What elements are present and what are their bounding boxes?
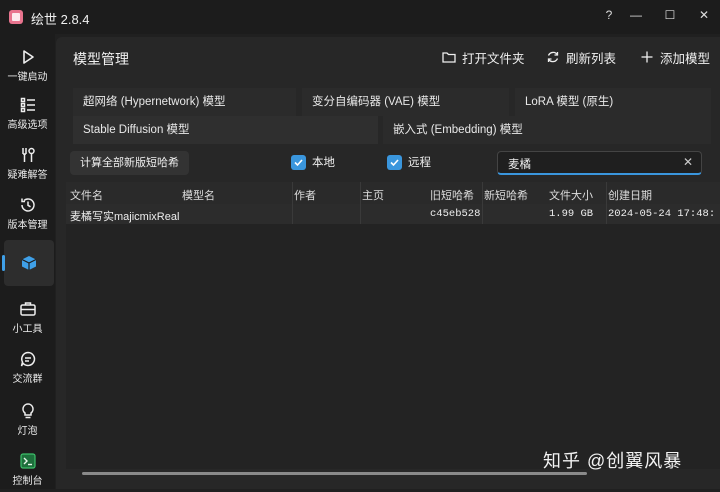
help-button[interactable]: ? [598,7,620,23]
options-list-icon [20,97,35,113]
column-divider [482,182,483,224]
add-model-button[interactable]: 添加模型 [640,48,710,66]
column-header[interactable]: 主页 [362,187,384,203]
search-box: ✕ [497,151,702,175]
history-icon [20,198,35,212]
sidebar-item-versions[interactable]: 版本管理 [0,190,55,236]
column-header[interactable]: 作者 [294,187,316,203]
local-label: 本地 [312,157,335,169]
sidebar-item-label: 小工具 [12,324,43,335]
sidebar-item-advanced[interactable]: 高级选项 [0,90,55,136]
local-checkbox[interactable]: 本地 [291,154,335,170]
tab-embedding[interactable]: 嵌入式 (Embedding) 模型 [383,116,711,144]
tab-stable-diffusion[interactable]: Stable Diffusion 模型 [73,116,378,144]
sidebar-item-launch[interactable]: 一键启动 [0,42,55,88]
column-divider [360,182,361,224]
sidebar-item-label: 交流群 [12,374,43,385]
model-table: 文件名 模型名 作者 主页 旧短哈希 新短哈希 文件大小 创建日期 麦橘写实ma… [66,182,720,469]
column-header[interactable]: 文件大小 [549,187,593,203]
refresh-button[interactable]: 刷新列表 [546,48,616,66]
column-divider [606,182,607,224]
tab-lora[interactable]: LoRA 模型 (原生) [515,88,711,116]
column-header[interactable]: 创建日期 [608,187,652,203]
app-title: 绘世 2.8.4 [31,12,90,27]
wrench-icon [21,147,35,162]
console-icon [19,453,36,469]
search-input[interactable] [506,155,680,173]
sidebar-item-tools[interactable]: 小工具 [0,294,55,340]
remote-label: 远程 [408,157,431,169]
sidebar-item-label: 版本管理 [7,220,48,231]
sidebar-item-console[interactable]: 控制台 [0,446,55,492]
open-folder-button[interactable]: 打开文件夹 [442,48,525,66]
title-bar: 绘世 2.8.4 ? — ☐ ✕ [0,0,720,34]
column-header[interactable]: 模型名 [182,187,215,203]
close-button[interactable]: ✕ [693,7,715,23]
page-title: 模型管理 [73,51,129,67]
sidebar-item-models[interactable] [2,240,54,286]
horizontal-scrollbar[interactable] [82,472,587,475]
table-row[interactable]: 麦橘写实majicmixRealis c45eb528 1.99 GB 2024… [66,204,720,224]
chat-icon [20,351,35,367]
sidebar-item-label: 疑难解答 [7,170,48,181]
minimize-button[interactable]: — [625,7,647,23]
calculate-hash-button[interactable]: 计算全部新版短哈希 [70,151,189,175]
table-cell: c45eb528 [430,208,481,220]
table-cell: 1.99 GB [549,208,594,220]
table-cell: 2024-05-24 17:48: [608,208,716,220]
folder-icon [442,52,456,63]
maximize-button[interactable]: ☐ [659,7,681,23]
refresh-icon [547,51,559,63]
tab-vae[interactable]: 变分自编码器 (VAE) 模型 [302,88,509,116]
remote-checkbox[interactable]: 远程 [387,154,431,170]
sidebar-item-community[interactable]: 交流群 [0,344,55,390]
sidebar-item-troubleshoot[interactable]: 疑难解答 [0,140,55,186]
column-header[interactable]: 文件名 [70,187,103,203]
tab-hypernetwork[interactable]: 超网络 (Hypernetwork) 模型 [73,88,296,116]
add-model-label: 添加模型 [660,51,711,66]
sidebar-item-label: 控制台 [12,476,43,487]
play-icon [22,50,34,64]
checkmark-icon [291,154,306,170]
open-folder-label: 打开文件夹 [462,51,525,66]
toolbox-icon [19,302,36,316]
checkmark-icon [387,154,402,170]
cube-icon [21,256,37,270]
sidebar-item-label: 一键启动 [7,72,48,83]
watermark-text: 知乎 @创翼风暴 [543,451,683,471]
table-header: 文件名 模型名 作者 主页 旧短哈希 新短哈希 文件大小 创建日期 [66,182,720,204]
plus-icon [641,51,653,63]
table-cell: 麦橘写实majicmixRealis [70,211,180,223]
column-header[interactable]: 旧短哈希 [430,187,474,203]
lightbulb-icon [21,403,34,419]
app-logo-icon [9,10,23,24]
refresh-label: 刷新列表 [566,51,617,66]
sidebar-item-label: 高级选项 [7,120,48,131]
model-manager-panel: 模型管理 打开文件夹 刷新列表 添加模型 超网络 (Hypernetwork) … [56,37,720,489]
sidebar-item-bulb[interactable]: 灯泡 [0,396,55,442]
column-divider [292,182,293,224]
sidebar: 一键启动 高级选项 疑难解答 版本管理 小工具 交流群 灯泡 控制台 [0,34,55,489]
sidebar-item-label: 灯泡 [17,426,38,437]
clear-icon[interactable]: ✕ [683,155,693,169]
column-header[interactable]: 新短哈希 [484,187,528,203]
